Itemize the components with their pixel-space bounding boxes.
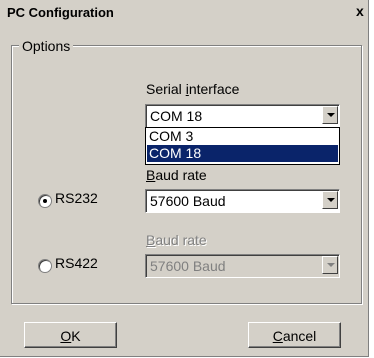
ok-button[interactable]: OK <box>24 322 117 348</box>
chevron-down-icon <box>327 113 335 117</box>
rs422-baud-rate-label: Baud rate <box>146 232 207 248</box>
dropdown-item-com18[interactable]: COM 18 <box>147 145 338 162</box>
cancel-button[interactable]: Cancel <box>248 322 341 348</box>
serial-interface-dropdown-list: COM 3 COM 18 <box>145 127 340 165</box>
serial-interface-dropdown-button[interactable] <box>322 106 338 124</box>
chevron-down-icon <box>327 263 335 267</box>
serial-interface-label: Serial interface <box>146 81 240 97</box>
rs422-radio[interactable] <box>38 259 52 273</box>
rs422-baud-rate-combo: 57600 Baud <box>145 254 340 278</box>
rs232-baud-dropdown-button[interactable] <box>322 191 338 209</box>
close-icon[interactable]: x <box>356 3 370 19</box>
rs422-label: RS422 <box>55 255 98 271</box>
rs232-baud-rate-combo[interactable]: 57600 Baud <box>145 189 340 213</box>
serial-interface-combo[interactable]: COM 18 <box>145 104 340 128</box>
chevron-down-icon <box>327 198 335 202</box>
rs422-baud-dropdown-button <box>322 256 338 274</box>
rs232-label: RS232 <box>55 190 98 206</box>
dialog-title: PC Configuration <box>7 5 114 20</box>
rs232-baud-rate-value: 57600 Baud <box>150 193 226 209</box>
radio-checked-dot <box>43 199 47 203</box>
pc-configuration-dialog: PC Configuration x Options Serial interf… <box>0 0 369 357</box>
serial-interface-value: COM 18 <box>150 108 203 124</box>
dropdown-item-com3[interactable]: COM 3 <box>147 128 338 145</box>
rs232-baud-rate-label: Baud rate <box>146 167 207 183</box>
rs232-radio[interactable] <box>38 194 52 208</box>
title-bar: PC Configuration x <box>0 0 368 24</box>
rs422-baud-rate-value: 57600 Baud <box>150 258 226 274</box>
options-group-title: Options <box>19 38 74 54</box>
